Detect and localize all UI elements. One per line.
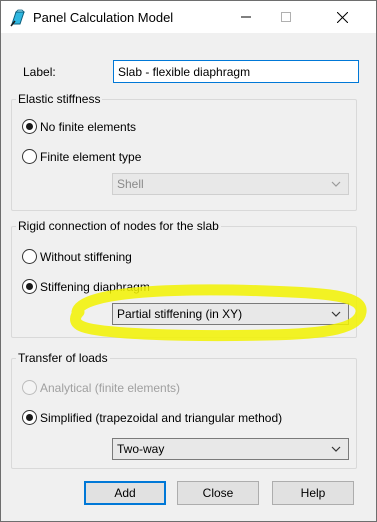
load-method-select[interactable]: Two-way (112, 438, 349, 460)
radio-without-stiffening[interactable]: Without stiffening (22, 249, 132, 264)
radio-without-stiffening-indicator[interactable] (22, 249, 37, 264)
label-input[interactable] (113, 60, 359, 83)
label-field-label: Label: (23, 65, 56, 79)
stiffening-type-select[interactable]: Partial stiffening (in XY) (112, 303, 349, 325)
chevron-down-icon (330, 177, 342, 191)
load-method-select-value: Two-way (117, 442, 165, 456)
radio-no-finite-elements-indicator[interactable] (22, 119, 37, 134)
radio-simplified[interactable]: Simplified (trapezoidal and triangular m… (22, 410, 282, 425)
maximize-icon[interactable] (263, 1, 309, 33)
radio-stiffening-diaphragm-indicator[interactable] (22, 279, 37, 294)
radio-simplified-indicator[interactable] (22, 410, 37, 425)
stiffening-type-select-value: Partial stiffening (in XY) (117, 307, 243, 321)
radio-analytical-indicator[interactable] (22, 380, 37, 395)
dialog-window: Panel Calculation Model Label: Elastic s… (0, 0, 377, 522)
radio-finite-element-type-label: Finite element type (40, 149, 142, 164)
chevron-down-icon (330, 442, 342, 456)
radio-without-stiffening-label: Without stiffening (40, 249, 132, 264)
app-icon (9, 9, 27, 27)
radio-simplified-label: Simplified (trapezoidal and triangular m… (40, 410, 283, 425)
fe-type-select[interactable]: Shell (112, 173, 349, 195)
rigid-connection-title: Rigid connection of nodes for the slab (16, 219, 221, 233)
transfer-of-loads-title: Transfer of loads (16, 351, 110, 365)
title-bar[interactable]: Panel Calculation Model (1, 1, 376, 33)
radio-no-finite-elements[interactable]: No finite elements (22, 119, 136, 134)
close-icon[interactable] (319, 1, 365, 33)
radio-analytical-label: Analytical (finite elements) (40, 380, 181, 395)
radio-stiffening-diaphragm[interactable]: Stiffening diaphragm (22, 279, 150, 294)
radio-stiffening-diaphragm-label: Stiffening diaphragm (40, 279, 150, 294)
close-button[interactable]: Close (177, 481, 259, 505)
chevron-down-icon (330, 307, 342, 321)
help-button[interactable]: Help (272, 481, 354, 505)
add-button[interactable]: Add (84, 481, 166, 505)
fe-type-select-value: Shell (117, 177, 144, 191)
window-title: Panel Calculation Model (33, 10, 174, 25)
radio-analytical[interactable]: Analytical (finite elements) (22, 380, 180, 395)
radio-finite-element-type-indicator[interactable] (22, 149, 37, 164)
elastic-stiffness-title: Elastic stiffness (16, 92, 103, 106)
radio-finite-element-type[interactable]: Finite element type (22, 149, 141, 164)
radio-no-finite-elements-label: No finite elements (40, 119, 137, 134)
